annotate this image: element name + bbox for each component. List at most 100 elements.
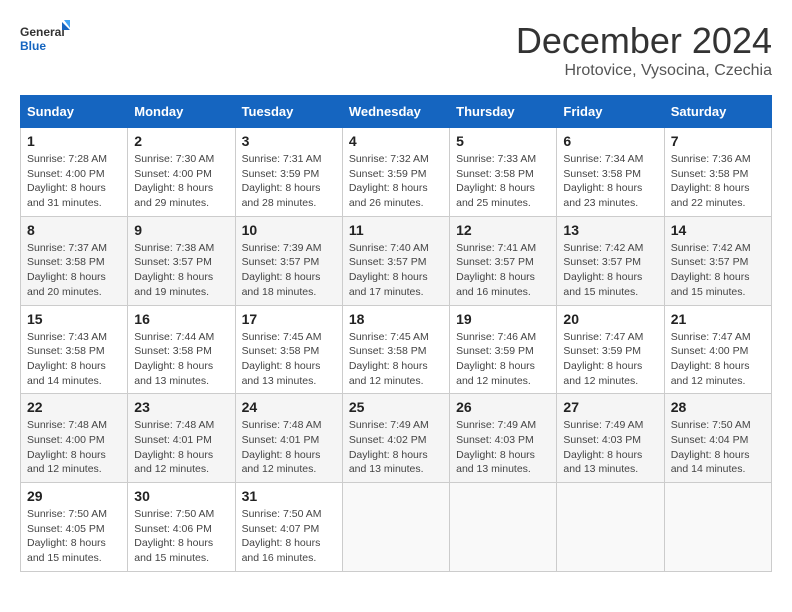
day-number: 4 bbox=[349, 133, 443, 149]
day-info: Sunrise: 7:49 AM Sunset: 4:03 PM Dayligh… bbox=[563, 418, 657, 477]
day-info: Sunrise: 7:36 AM Sunset: 3:58 PM Dayligh… bbox=[671, 152, 765, 211]
col-tuesday: Tuesday bbox=[235, 96, 342, 128]
day-info: Sunrise: 7:50 AM Sunset: 4:05 PM Dayligh… bbox=[27, 507, 121, 566]
calendar-week-2: 8 Sunrise: 7:37 AM Sunset: 3:58 PM Dayli… bbox=[21, 216, 772, 305]
day-info: Sunrise: 7:41 AM Sunset: 3:57 PM Dayligh… bbox=[456, 241, 550, 300]
col-monday: Monday bbox=[128, 96, 235, 128]
day-number: 21 bbox=[671, 311, 765, 327]
day-number: 10 bbox=[242, 222, 336, 238]
day-info: Sunrise: 7:28 AM Sunset: 4:00 PM Dayligh… bbox=[27, 152, 121, 211]
day-info: Sunrise: 7:49 AM Sunset: 4:02 PM Dayligh… bbox=[349, 418, 443, 477]
calendar-cell: 18 Sunrise: 7:45 AM Sunset: 3:58 PM Dayl… bbox=[342, 305, 449, 394]
subtitle: Hrotovice, Vysocina, Czechia bbox=[516, 62, 772, 80]
day-number: 22 bbox=[27, 399, 121, 415]
calendar-cell: 12 Sunrise: 7:41 AM Sunset: 3:57 PM Dayl… bbox=[450, 216, 557, 305]
calendar-cell: 17 Sunrise: 7:45 AM Sunset: 3:58 PM Dayl… bbox=[235, 305, 342, 394]
calendar-cell: 27 Sunrise: 7:49 AM Sunset: 4:03 PM Dayl… bbox=[557, 394, 664, 483]
day-number: 16 bbox=[134, 311, 228, 327]
calendar-week-3: 15 Sunrise: 7:43 AM Sunset: 3:58 PM Dayl… bbox=[21, 305, 772, 394]
day-number: 6 bbox=[563, 133, 657, 149]
day-number: 1 bbox=[27, 133, 121, 149]
day-info: Sunrise: 7:50 AM Sunset: 4:04 PM Dayligh… bbox=[671, 418, 765, 477]
calendar-cell: 1 Sunrise: 7:28 AM Sunset: 4:00 PM Dayli… bbox=[21, 128, 128, 217]
day-info: Sunrise: 7:40 AM Sunset: 3:57 PM Dayligh… bbox=[349, 241, 443, 300]
calendar-cell: 13 Sunrise: 7:42 AM Sunset: 3:57 PM Dayl… bbox=[557, 216, 664, 305]
calendar-body: 1 Sunrise: 7:28 AM Sunset: 4:00 PM Dayli… bbox=[21, 128, 772, 572]
calendar-table: Sunday Monday Tuesday Wednesday Thursday… bbox=[20, 95, 772, 572]
logo: General Blue bbox=[20, 20, 70, 65]
day-info: Sunrise: 7:32 AM Sunset: 3:59 PM Dayligh… bbox=[349, 152, 443, 211]
day-info: Sunrise: 7:38 AM Sunset: 3:57 PM Dayligh… bbox=[134, 241, 228, 300]
col-friday: Friday bbox=[557, 96, 664, 128]
calendar-week-5: 29 Sunrise: 7:50 AM Sunset: 4:05 PM Dayl… bbox=[21, 483, 772, 572]
day-info: Sunrise: 7:48 AM Sunset: 4:01 PM Dayligh… bbox=[242, 418, 336, 477]
calendar-cell: 16 Sunrise: 7:44 AM Sunset: 3:58 PM Dayl… bbox=[128, 305, 235, 394]
day-info: Sunrise: 7:30 AM Sunset: 4:00 PM Dayligh… bbox=[134, 152, 228, 211]
title-area: December 2024 Hrotovice, Vysocina, Czech… bbox=[516, 20, 772, 80]
svg-text:Blue: Blue bbox=[20, 39, 46, 53]
day-info: Sunrise: 7:42 AM Sunset: 3:57 PM Dayligh… bbox=[563, 241, 657, 300]
day-info: Sunrise: 7:47 AM Sunset: 3:59 PM Dayligh… bbox=[563, 330, 657, 389]
day-number: 14 bbox=[671, 222, 765, 238]
calendar-cell: 22 Sunrise: 7:48 AM Sunset: 4:00 PM Dayl… bbox=[21, 394, 128, 483]
day-info: Sunrise: 7:45 AM Sunset: 3:58 PM Dayligh… bbox=[242, 330, 336, 389]
day-number: 5 bbox=[456, 133, 550, 149]
day-number: 9 bbox=[134, 222, 228, 238]
day-info: Sunrise: 7:34 AM Sunset: 3:58 PM Dayligh… bbox=[563, 152, 657, 211]
day-number: 20 bbox=[563, 311, 657, 327]
calendar-week-4: 22 Sunrise: 7:48 AM Sunset: 4:00 PM Dayl… bbox=[21, 394, 772, 483]
day-number: 27 bbox=[563, 399, 657, 415]
day-number: 31 bbox=[242, 488, 336, 504]
day-number: 13 bbox=[563, 222, 657, 238]
day-number: 18 bbox=[349, 311, 443, 327]
calendar-cell: 25 Sunrise: 7:49 AM Sunset: 4:02 PM Dayl… bbox=[342, 394, 449, 483]
day-info: Sunrise: 7:31 AM Sunset: 3:59 PM Dayligh… bbox=[242, 152, 336, 211]
month-title: December 2024 bbox=[516, 20, 772, 62]
calendar-cell: 10 Sunrise: 7:39 AM Sunset: 3:57 PM Dayl… bbox=[235, 216, 342, 305]
calendar-cell: 24 Sunrise: 7:48 AM Sunset: 4:01 PM Dayl… bbox=[235, 394, 342, 483]
calendar-cell bbox=[557, 483, 664, 572]
day-number: 12 bbox=[456, 222, 550, 238]
day-info: Sunrise: 7:45 AM Sunset: 3:58 PM Dayligh… bbox=[349, 330, 443, 389]
day-info: Sunrise: 7:42 AM Sunset: 3:57 PM Dayligh… bbox=[671, 241, 765, 300]
col-wednesday: Wednesday bbox=[342, 96, 449, 128]
day-number: 2 bbox=[134, 133, 228, 149]
calendar-cell: 3 Sunrise: 7:31 AM Sunset: 3:59 PM Dayli… bbox=[235, 128, 342, 217]
day-info: Sunrise: 7:43 AM Sunset: 3:58 PM Dayligh… bbox=[27, 330, 121, 389]
calendar-cell: 5 Sunrise: 7:33 AM Sunset: 3:58 PM Dayli… bbox=[450, 128, 557, 217]
day-info: Sunrise: 7:37 AM Sunset: 3:58 PM Dayligh… bbox=[27, 241, 121, 300]
calendar-cell: 29 Sunrise: 7:50 AM Sunset: 4:05 PM Dayl… bbox=[21, 483, 128, 572]
day-number: 28 bbox=[671, 399, 765, 415]
calendar-cell bbox=[664, 483, 771, 572]
day-number: 24 bbox=[242, 399, 336, 415]
calendar-cell: 19 Sunrise: 7:46 AM Sunset: 3:59 PM Dayl… bbox=[450, 305, 557, 394]
day-number: 25 bbox=[349, 399, 443, 415]
day-number: 15 bbox=[27, 311, 121, 327]
calendar-cell: 8 Sunrise: 7:37 AM Sunset: 3:58 PM Dayli… bbox=[21, 216, 128, 305]
day-number: 30 bbox=[134, 488, 228, 504]
day-number: 23 bbox=[134, 399, 228, 415]
day-number: 7 bbox=[671, 133, 765, 149]
day-number: 29 bbox=[27, 488, 121, 504]
calendar-cell: 30 Sunrise: 7:50 AM Sunset: 4:06 PM Dayl… bbox=[128, 483, 235, 572]
header: General Blue December 2024 Hrotovice, Vy… bbox=[20, 20, 772, 80]
day-number: 19 bbox=[456, 311, 550, 327]
calendar-cell: 6 Sunrise: 7:34 AM Sunset: 3:58 PM Dayli… bbox=[557, 128, 664, 217]
calendar-cell bbox=[342, 483, 449, 572]
calendar-cell: 26 Sunrise: 7:49 AM Sunset: 4:03 PM Dayl… bbox=[450, 394, 557, 483]
day-number: 8 bbox=[27, 222, 121, 238]
svg-text:General: General bbox=[20, 25, 65, 39]
calendar-cell bbox=[450, 483, 557, 572]
day-info: Sunrise: 7:50 AM Sunset: 4:06 PM Dayligh… bbox=[134, 507, 228, 566]
day-info: Sunrise: 7:50 AM Sunset: 4:07 PM Dayligh… bbox=[242, 507, 336, 566]
header-row: Sunday Monday Tuesday Wednesday Thursday… bbox=[21, 96, 772, 128]
day-number: 17 bbox=[242, 311, 336, 327]
day-info: Sunrise: 7:48 AM Sunset: 4:01 PM Dayligh… bbox=[134, 418, 228, 477]
calendar-cell: 9 Sunrise: 7:38 AM Sunset: 3:57 PM Dayli… bbox=[128, 216, 235, 305]
calendar-cell: 20 Sunrise: 7:47 AM Sunset: 3:59 PM Dayl… bbox=[557, 305, 664, 394]
col-thursday: Thursday bbox=[450, 96, 557, 128]
calendar-cell: 14 Sunrise: 7:42 AM Sunset: 3:57 PM Dayl… bbox=[664, 216, 771, 305]
day-number: 3 bbox=[242, 133, 336, 149]
calendar-cell: 15 Sunrise: 7:43 AM Sunset: 3:58 PM Dayl… bbox=[21, 305, 128, 394]
calendar-week-1: 1 Sunrise: 7:28 AM Sunset: 4:00 PM Dayli… bbox=[21, 128, 772, 217]
